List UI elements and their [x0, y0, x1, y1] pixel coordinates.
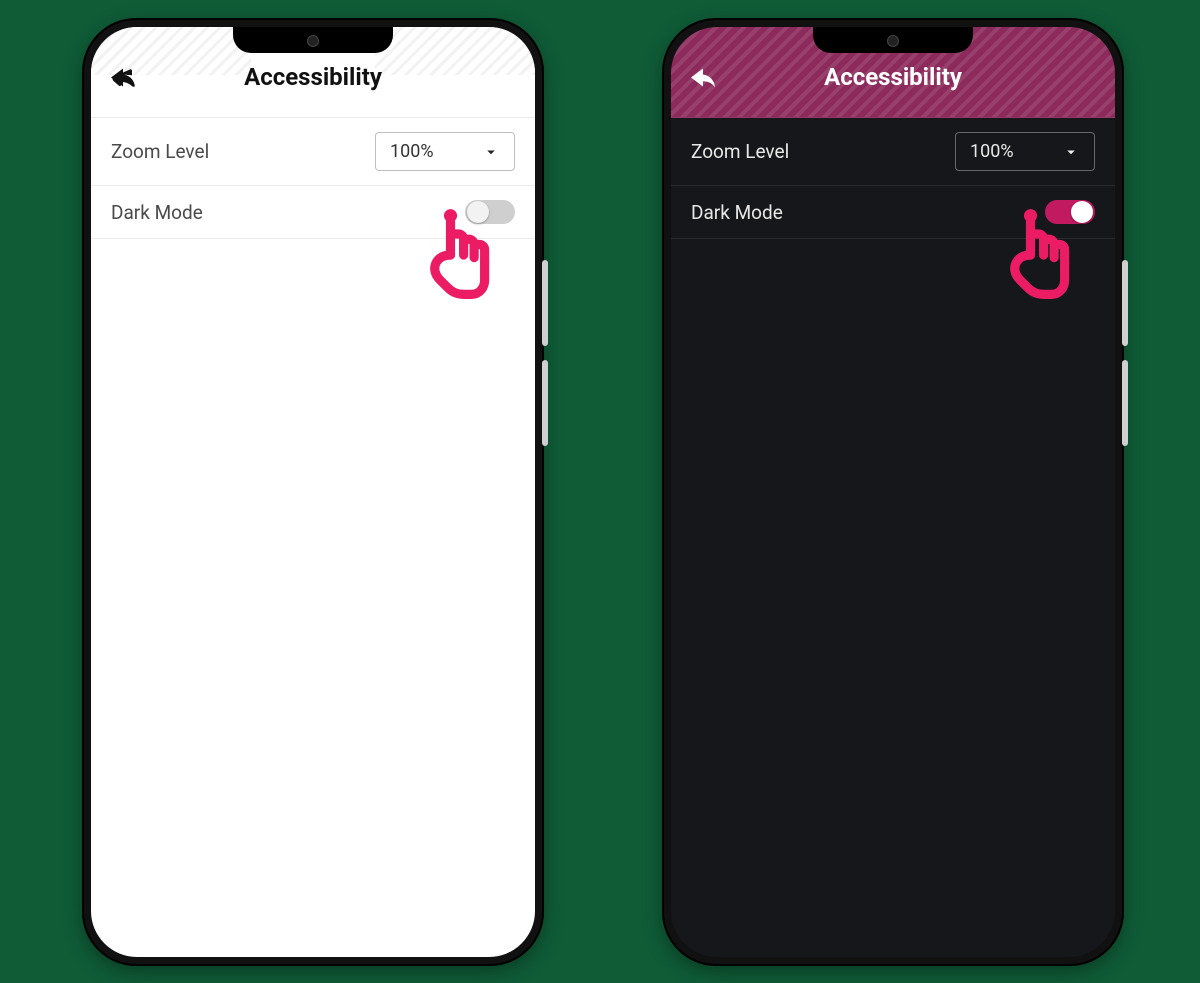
notch	[233, 27, 393, 53]
back-button[interactable]	[105, 61, 145, 101]
back-arrow-icon	[105, 61, 141, 97]
volume-button	[542, 260, 548, 346]
zoom-value: 100%	[390, 141, 434, 162]
zoom-select[interactable]: 100%	[955, 132, 1095, 171]
stage: Accessibility Zoom Level 100% Dark Mode	[0, 0, 1200, 983]
back-button[interactable]	[685, 61, 725, 101]
zoom-select[interactable]: 100%	[375, 132, 515, 171]
dark-mode-toggle[interactable]	[465, 200, 515, 224]
power-button	[1122, 360, 1128, 446]
zoom-label: Zoom Level	[691, 140, 789, 163]
dark-mode-toggle[interactable]	[1045, 200, 1095, 224]
screen-dark: Accessibility Zoom Level 100% Dark Mode	[671, 27, 1115, 957]
chevron-down-icon	[1062, 143, 1080, 161]
back-arrow-icon	[685, 61, 721, 97]
zoom-row: Zoom Level 100%	[671, 118, 1115, 186]
power-button	[542, 360, 548, 446]
page-title: Accessibility	[824, 63, 962, 91]
chevron-down-icon	[482, 143, 500, 161]
toggle-knob	[1071, 201, 1093, 223]
page-title: Accessibility	[244, 63, 382, 91]
zoom-row: Zoom Level 100%	[91, 118, 535, 186]
phone-dark: Accessibility Zoom Level 100% Dark Mode	[664, 20, 1122, 964]
dark-mode-label: Dark Mode	[111, 201, 203, 224]
dark-mode-label: Dark Mode	[691, 201, 783, 224]
dark-mode-row: Dark Mode	[671, 186, 1115, 239]
zoom-value: 100%	[970, 141, 1014, 162]
toggle-knob	[467, 201, 489, 223]
zoom-label: Zoom Level	[111, 140, 209, 163]
notch	[813, 27, 973, 53]
phone-light: Accessibility Zoom Level 100% Dark Mode	[84, 20, 542, 964]
dark-mode-row: Dark Mode	[91, 186, 535, 239]
volume-button	[1122, 260, 1128, 346]
screen-light: Accessibility Zoom Level 100% Dark Mode	[91, 27, 535, 957]
